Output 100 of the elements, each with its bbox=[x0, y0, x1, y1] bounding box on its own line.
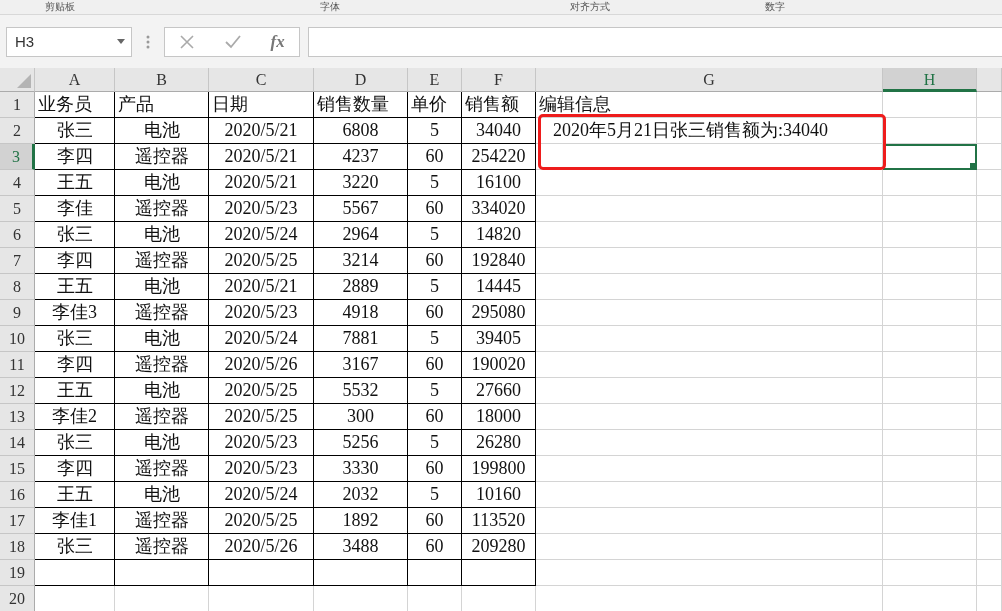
row-header[interactable]: 18 bbox=[0, 534, 35, 560]
table-cell[interactable]: 电池 bbox=[115, 482, 209, 508]
row-header[interactable]: 6 bbox=[0, 222, 35, 248]
table-cell[interactable]: 单价 bbox=[408, 92, 462, 118]
column-header[interactable]: B bbox=[115, 68, 209, 92]
table-cell[interactable]: 3330 bbox=[314, 456, 408, 482]
table-cell[interactable]: 遥控器 bbox=[115, 534, 209, 560]
table-cell[interactable]: 2020/5/23 bbox=[209, 196, 314, 222]
table-cell[interactable]: 张三 bbox=[35, 118, 115, 144]
table-cell[interactable]: 5 bbox=[408, 378, 462, 404]
row-header[interactable]: 11 bbox=[0, 352, 35, 378]
fill-handle[interactable] bbox=[970, 163, 976, 169]
table-cell[interactable]: 2020/5/21 bbox=[209, 144, 314, 170]
table-cell[interactable]: 遥控器 bbox=[115, 508, 209, 534]
row-header[interactable]: 2 bbox=[0, 118, 35, 144]
table-cell[interactable]: 5 bbox=[408, 222, 462, 248]
table-cell[interactable]: 1892 bbox=[314, 508, 408, 534]
column-header[interactable]: H bbox=[883, 68, 977, 92]
table-cell[interactable]: 李四 bbox=[35, 144, 115, 170]
table-cell[interactable]: 遥控器 bbox=[115, 352, 209, 378]
table-cell[interactable]: 2964 bbox=[314, 222, 408, 248]
table-cell[interactable] bbox=[115, 560, 209, 586]
table-cell[interactable]: 14820 bbox=[462, 222, 536, 248]
select-all-icon[interactable] bbox=[17, 74, 31, 88]
table-cell[interactable]: 2020/5/26 bbox=[209, 352, 314, 378]
table-cell[interactable]: 5 bbox=[408, 118, 462, 144]
row-header[interactable]: 9 bbox=[0, 300, 35, 326]
name-box[interactable]: H3 bbox=[6, 26, 132, 57]
table-cell[interactable]: 张三 bbox=[35, 430, 115, 456]
table-cell[interactable]: 254220 bbox=[462, 144, 536, 170]
table-cell[interactable]: 5567 bbox=[314, 196, 408, 222]
table-cell[interactable]: 电池 bbox=[115, 326, 209, 352]
table-cell[interactable]: 39405 bbox=[462, 326, 536, 352]
table-cell[interactable]: 李佳 bbox=[35, 196, 115, 222]
row-header[interactable]: 20 bbox=[0, 586, 35, 611]
table-cell[interactable]: 电池 bbox=[115, 222, 209, 248]
insert-function-button[interactable]: fx bbox=[270, 31, 285, 52]
table-cell[interactable]: 4237 bbox=[314, 144, 408, 170]
table-cell[interactable]: 遥控器 bbox=[115, 196, 209, 222]
table-cell[interactable]: 7881 bbox=[314, 326, 408, 352]
table-cell[interactable]: 3488 bbox=[314, 534, 408, 560]
table-cell[interactable]: 295080 bbox=[462, 300, 536, 326]
table-cell[interactable]: 5 bbox=[408, 170, 462, 196]
table-cell[interactable]: 张三 bbox=[35, 326, 115, 352]
column-header[interactable]: C bbox=[209, 68, 314, 92]
table-cell[interactable]: 2020/5/21 bbox=[209, 274, 314, 300]
table-cell[interactable]: 李四 bbox=[35, 248, 115, 274]
table-cell[interactable]: 2020/5/25 bbox=[209, 508, 314, 534]
table-cell[interactable]: 3214 bbox=[314, 248, 408, 274]
table-cell[interactable]: 李四 bbox=[35, 352, 115, 378]
table-cell[interactable]: 2020/5/25 bbox=[209, 378, 314, 404]
table-cell[interactable]: 3167 bbox=[314, 352, 408, 378]
table-cell[interactable]: 60 bbox=[408, 534, 462, 560]
table-cell[interactable]: 2889 bbox=[314, 274, 408, 300]
table-cell[interactable]: 王五 bbox=[35, 274, 115, 300]
table-cell[interactable]: 6808 bbox=[314, 118, 408, 144]
table-cell[interactable]: 2020/5/24 bbox=[209, 326, 314, 352]
column-header[interactable]: G bbox=[536, 68, 883, 92]
table-cell[interactable]: 编辑信息 bbox=[536, 92, 883, 118]
table-cell[interactable]: 电池 bbox=[115, 378, 209, 404]
table-cell[interactable]: 遥控器 bbox=[115, 300, 209, 326]
table-cell[interactable] bbox=[408, 560, 462, 586]
table-cell[interactable]: 60 bbox=[408, 456, 462, 482]
formula-input[interactable] bbox=[308, 26, 1002, 57]
table-cell[interactable]: 2020/5/26 bbox=[209, 534, 314, 560]
table-cell[interactable]: 10160 bbox=[462, 482, 536, 508]
column-header[interactable]: D bbox=[314, 68, 408, 92]
row-header[interactable]: 3 bbox=[0, 144, 35, 170]
table-cell[interactable]: 5 bbox=[408, 430, 462, 456]
table-cell[interactable]: 销售额 bbox=[462, 92, 536, 118]
table-cell[interactable]: 李四 bbox=[35, 456, 115, 482]
table-cell[interactable]: 5 bbox=[408, 482, 462, 508]
column-header[interactable] bbox=[977, 68, 1002, 92]
table-cell[interactable]: 5 bbox=[408, 326, 462, 352]
row-header[interactable]: 10 bbox=[0, 326, 35, 352]
table-cell[interactable]: 电池 bbox=[115, 274, 209, 300]
table-cell[interactable] bbox=[462, 560, 536, 586]
table-cell[interactable]: 60 bbox=[408, 196, 462, 222]
table-cell[interactable]: 209280 bbox=[462, 534, 536, 560]
table-cell[interactable]: 4918 bbox=[314, 300, 408, 326]
column-header[interactable]: F bbox=[462, 68, 536, 92]
row-header[interactable]: 14 bbox=[0, 430, 35, 456]
table-cell[interactable]: 2020年5月21日张三销售额为:34040 bbox=[536, 118, 883, 144]
table-cell[interactable]: 18000 bbox=[462, 404, 536, 430]
table-cell[interactable]: 5532 bbox=[314, 378, 408, 404]
table-cell[interactable]: 王五 bbox=[35, 170, 115, 196]
row-header[interactable]: 4 bbox=[0, 170, 35, 196]
table-cell[interactable]: 张三 bbox=[35, 534, 115, 560]
table-cell[interactable]: 王五 bbox=[35, 378, 115, 404]
table-cell[interactable]: 60 bbox=[408, 352, 462, 378]
table-cell[interactable]: 60 bbox=[408, 144, 462, 170]
row-header[interactable]: 16 bbox=[0, 482, 35, 508]
table-cell[interactable]: 日期 bbox=[209, 92, 314, 118]
table-cell[interactable]: 26280 bbox=[462, 430, 536, 456]
table-cell[interactable] bbox=[35, 560, 115, 586]
table-cell[interactable]: 2020/5/21 bbox=[209, 118, 314, 144]
table-cell[interactable]: 2020/5/25 bbox=[209, 404, 314, 430]
row-header[interactable]: 17 bbox=[0, 508, 35, 534]
table-cell[interactable]: 334020 bbox=[462, 196, 536, 222]
row-header[interactable]: 13 bbox=[0, 404, 35, 430]
